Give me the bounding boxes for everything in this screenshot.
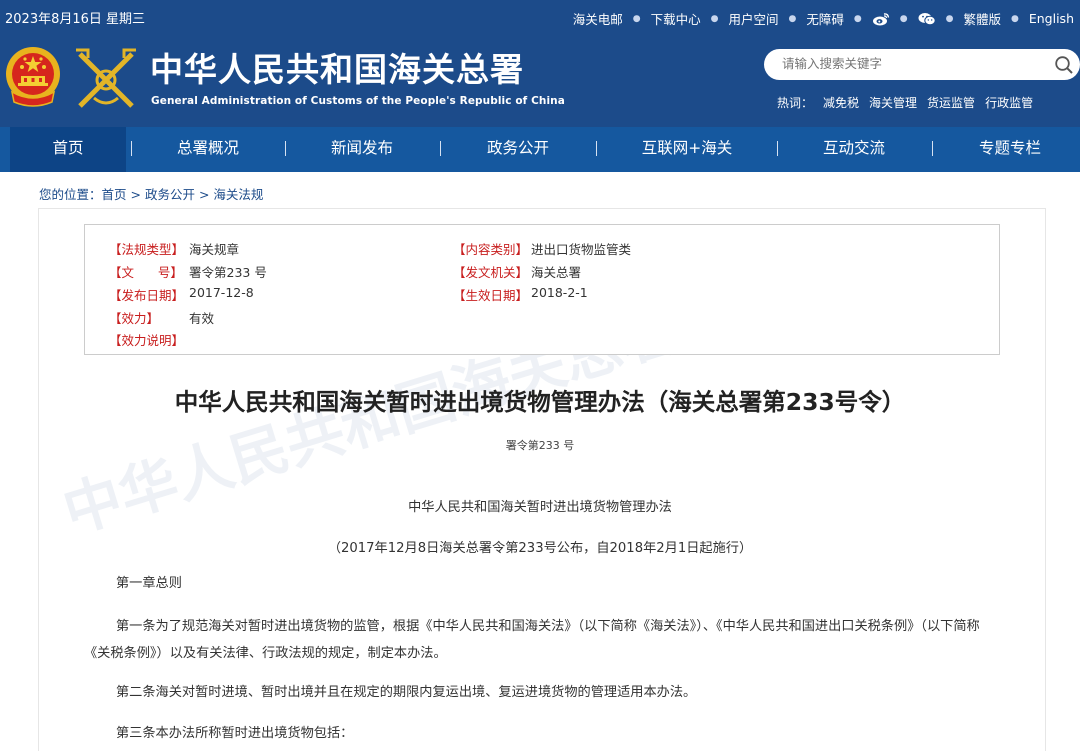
separator-dot: ● — [899, 13, 908, 24]
info-value: 海关规章 — [189, 242, 240, 257]
breadcrumb-prefix: 您的位置： — [39, 187, 102, 202]
traditional-chinese-link[interactable]: 繁體版 — [963, 9, 1001, 28]
info-value: 2018-2-1 — [531, 285, 588, 300]
nav-special-topics[interactable]: 专题专栏 — [950, 127, 1070, 172]
current-date: 2023年8月16日 星期三 — [5, 12, 146, 27]
article-paragraph: 第二条海关对暂时进境、暂时出境并且在规定的期限内复运出境、复运进境货物的管理适用… — [116, 685, 697, 700]
info-value: 署令第233 号 — [189, 265, 267, 280]
top-links: 海关电邮 ● 下载中心 ● 用户空间 ● 无障碍 ● ● ● 繁體版 ● Eng… — [573, 9, 1074, 28]
hot-words: 热词： 减免税 海关管理 货运监管 行政监管 — [777, 94, 1033, 111]
breadcrumb-item-home[interactable]: 首页 — [102, 187, 127, 202]
hot-words-label: 热词： — [777, 96, 814, 110]
site-title: 中华人民共和国海关总署 — [150, 50, 524, 89]
info-label: 【效力说明】 — [109, 333, 185, 348]
article-heading: 中华人民共和国海关暂时进出境货物管理办法 — [408, 500, 672, 515]
separator-dot: ● — [945, 13, 954, 24]
breadcrumb-item-regulations[interactable]: 海关法规 — [213, 187, 263, 202]
nav-separator — [596, 141, 597, 156]
separator-dot: ● — [788, 13, 797, 24]
info-content-type: 【内容类别】 进出口货物监管类 — [453, 239, 631, 258]
nav-separator — [440, 141, 441, 156]
info-label: 【发布日期】 — [109, 288, 185, 303]
wechat-icon[interactable] — [918, 12, 936, 26]
breadcrumb-separator: > — [126, 187, 145, 202]
chapter-heading: 第一章总则 — [116, 576, 182, 591]
info-label: 【内容类别】 — [453, 242, 529, 257]
info-validity-note: 【效力说明】 — [109, 330, 184, 349]
separator-dot: ● — [632, 13, 641, 24]
site-subtitle: General Administration of Customs of the… — [151, 95, 565, 107]
info-law-type: 【法规类型】 海关规章 — [109, 239, 239, 258]
info-label: 【发文机关】 — [453, 265, 529, 280]
hot-word-link[interactable]: 行政监管 — [985, 94, 1033, 111]
regulation-info-box: 【法规类型】 海关规章 【内容类别】 进出口货物监管类 【文 号】 署令第233… — [84, 224, 1000, 355]
hot-word-link[interactable]: 货运监管 — [927, 94, 975, 111]
nav-internet-customs[interactable]: 互联网+海关 — [617, 127, 757, 172]
separator-dot: ● — [710, 13, 719, 24]
main-nav: 首页 总署概况 新闻发布 政务公开 互联网+海关 互动交流 专题专栏 — [0, 127, 1080, 172]
accessibility-link[interactable]: 无障碍 — [806, 9, 844, 28]
nav-separator — [932, 141, 933, 156]
nav-home[interactable]: 首页 — [10, 127, 126, 172]
article-paragraph: 第三条本办法所称暂时进出境货物包括： — [116, 726, 354, 741]
separator-dot: ● — [853, 13, 862, 24]
hot-word-link[interactable]: 海关管理 — [869, 94, 917, 111]
nav-interaction[interactable]: 互动交流 — [794, 127, 914, 172]
info-doc-no: 【文 号】 署令第233 号 — [109, 262, 267, 281]
customs-logo-icon — [74, 46, 138, 112]
info-label: 【法规类型】 — [109, 242, 185, 257]
breadcrumb-separator: > — [194, 187, 214, 202]
separator-dot: ● — [1011, 13, 1019, 24]
top-bar: 2023年8月16日 星期三 海关电邮 ● 下载中心 ● 用户空间 ● 无障碍 … — [0, 0, 1080, 34]
article-paragraph: 第一条为了规范海关对暂时进出境货物的监管，根据《中华人民共和国海关法》（以下简称… — [84, 619, 980, 661]
nav-news[interactable]: 新闻发布 — [302, 127, 422, 172]
nav-about[interactable]: 总署概况 — [148, 127, 268, 172]
info-value: 海关总署 — [531, 265, 582, 280]
info-label: 【效力】 — [109, 311, 160, 326]
weibo-icon[interactable] — [872, 12, 890, 26]
info-value: 2017-12-8 — [189, 285, 254, 300]
article-title: 中华人民共和国海关暂时进出境货物管理办法（海关总署第233号令） — [174, 388, 906, 416]
info-issuer: 【发文机关】 海关总署 — [453, 262, 581, 281]
info-label: 【生效日期】 — [453, 288, 529, 303]
info-label: 【文 号】 — [109, 265, 183, 280]
national-emblem-icon — [4, 44, 62, 112]
info-publish-date: 【发布日期】 2017-12-8 — [109, 285, 254, 304]
customs-mail-link[interactable]: 海关电邮 — [573, 9, 623, 28]
nav-government-affairs[interactable]: 政务公开 — [458, 127, 578, 172]
info-validity: 【效力】 有效 — [109, 308, 214, 327]
breadcrumb: 您的位置：首页 > 政务公开 > 海关法规 — [39, 184, 263, 203]
info-effective-date: 【生效日期】 2018-2-1 — [453, 285, 588, 304]
article-number: 署令第233 号 — [505, 439, 575, 452]
nav-separator — [285, 141, 286, 156]
nav-separator — [777, 141, 778, 156]
article-issued-note: （2017年12月8日海关总署令第233号公布，自2018年2月1日起施行） — [327, 541, 753, 556]
search-box — [764, 49, 1080, 80]
english-link[interactable]: English — [1029, 11, 1074, 26]
nav-separator — [131, 141, 132, 156]
hot-word-link[interactable]: 减免税 — [823, 94, 859, 111]
search-input[interactable] — [782, 56, 1042, 71]
site-header: 2023年8月16日 星期三 海关电邮 ● 下载中心 ● 用户空间 ● 无障碍 … — [0, 0, 1080, 127]
info-value: 有效 — [189, 311, 215, 326]
info-value: 进出口货物监管类 — [531, 242, 632, 257]
search-icon[interactable] — [1054, 55, 1074, 75]
breadcrumb-item-government-affairs[interactable]: 政务公开 — [145, 187, 195, 202]
download-center-link[interactable]: 下载中心 — [651, 9, 701, 28]
user-space-link[interactable]: 用户空间 — [729, 9, 779, 28]
